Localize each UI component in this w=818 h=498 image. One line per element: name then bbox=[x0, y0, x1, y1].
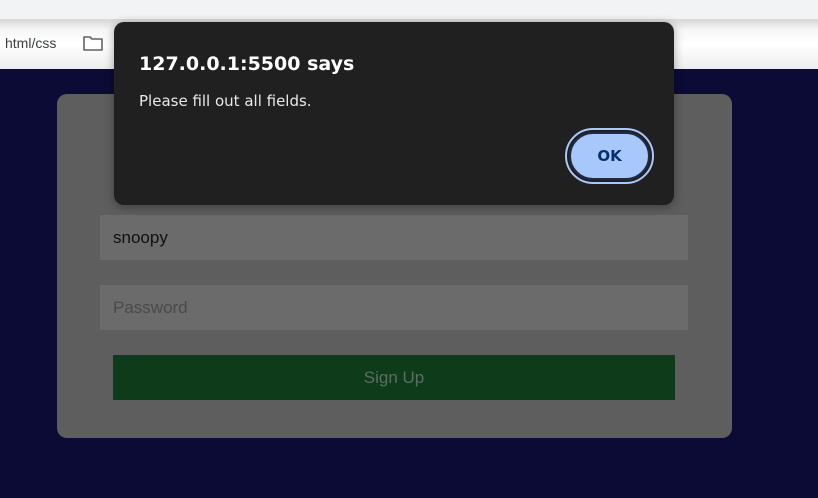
username-field[interactable] bbox=[100, 215, 688, 260]
ok-button[interactable]: OK bbox=[569, 132, 650, 180]
alert-dialog: 127.0.0.1:5500 says Please fill out all … bbox=[114, 22, 674, 205]
bookmark-html-css[interactable]: html/css bbox=[5, 35, 56, 51]
alert-message: Please fill out all fields. bbox=[139, 92, 312, 110]
browser-top-strip bbox=[0, 0, 818, 20]
folder-icon[interactable] bbox=[82, 34, 104, 52]
signup-button[interactable]: Sign Up bbox=[113, 355, 675, 400]
alert-title: 127.0.0.1:5500 says bbox=[139, 53, 355, 75]
password-field[interactable] bbox=[100, 285, 688, 330]
